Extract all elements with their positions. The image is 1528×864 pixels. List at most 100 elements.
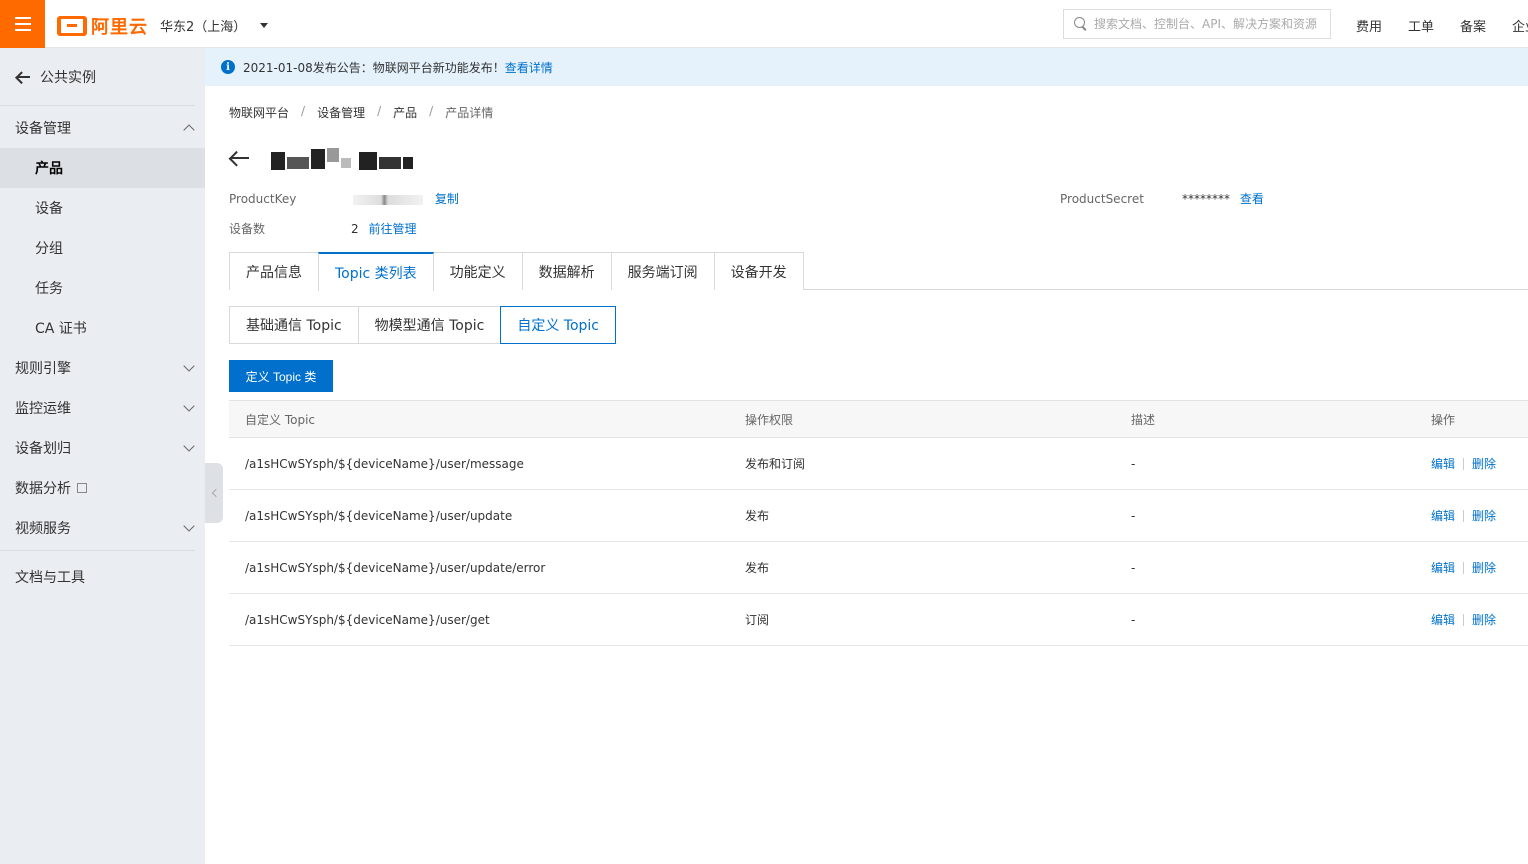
chevron-up-icon (183, 124, 195, 136)
topic-subtabs: 基础通信 Topic 物模型通信 Topic 自定义 Topic (229, 306, 617, 344)
sidebar-item-device[interactable]: 设备 (0, 188, 205, 228)
sidebar-back-label: 公共实例 (40, 69, 96, 86)
region-label: 华东2（上海） (160, 20, 247, 35)
edit-link[interactable]: 编辑 (1431, 611, 1455, 628)
breadcrumb-device-mgmt[interactable]: 设备管理 (317, 104, 365, 121)
info-icon: i (221, 60, 235, 74)
delete-link[interactable]: 删除 (1472, 507, 1496, 524)
top-nav: 费用 工单 备案 企业 (1356, 16, 1528, 35)
breadcrumb-separator: / (301, 104, 306, 118)
breadcrumb-current: 产品详情 (445, 106, 494, 120)
sidebar-group-data-analysis[interactable]: 数据分析 (0, 468, 205, 508)
device-count-label: 设备数 (229, 222, 266, 236)
actions-cell: 编辑 删除 (1415, 611, 1528, 628)
manage-devices-link[interactable]: 前往管理 (368, 222, 416, 236)
nav-ticket[interactable]: 工单 (1408, 16, 1434, 35)
product-name-redacted (271, 146, 413, 170)
table-row: /a1sHCwSYsph/${deviceName}/user/update 发… (229, 490, 1528, 542)
subtab-tsl-topic[interactable]: 物模型通信 Topic (357, 306, 502, 344)
permission-cell: 订阅 (745, 613, 770, 627)
tab-server-subscription[interactable]: 服务端订阅 (610, 252, 715, 290)
tab-device-development[interactable]: 设备开发 (713, 252, 804, 290)
sidebar-group-label: 监控运维 (15, 401, 71, 417)
sidebar-item-group[interactable]: 分组 (0, 228, 205, 268)
sidebar-divider (0, 550, 195, 551)
logo-text: 阿里云 (91, 17, 148, 38)
copy-productkey-link[interactable]: 复制 (435, 192, 459, 206)
sidebar-group-label: 视频服务 (15, 521, 71, 537)
chevron-left-icon (211, 488, 220, 498)
productsecret-value: ******** 查看 (1182, 190, 1264, 207)
table-row: /a1sHCwSYsph/${deviceName}/user/get 订阅 -… (229, 594, 1528, 646)
nav-icp[interactable]: 备案 (1460, 16, 1486, 35)
search-input[interactable] (1094, 17, 1324, 31)
actions-cell: 编辑 删除 (1415, 559, 1528, 576)
productsecret-masked: ******** (1182, 192, 1230, 206)
hamburger-menu-button[interactable] (0, 0, 45, 48)
sidebar-item-product[interactable]: 产品 (0, 148, 205, 188)
topic-cell: /a1sHCwSYsph/${deviceName}/user/message (245, 456, 524, 471)
delete-link[interactable]: 删除 (1472, 455, 1496, 472)
subtab-basic-topic[interactable]: 基础通信 Topic (229, 306, 359, 344)
divider (1463, 613, 1465, 626)
delete-link[interactable]: 删除 (1472, 559, 1496, 576)
productkey-value: 复制 (353, 190, 459, 207)
column-header-actions: 操作 (1431, 412, 1456, 427)
chevron-down-icon (183, 400, 195, 412)
sidebar-item-task[interactable]: 任务 (0, 268, 205, 308)
sidebar-group-device-assign[interactable]: 设备划归 (0, 428, 205, 468)
sidebar-group-rule-engine[interactable]: 规则引擎 (0, 348, 205, 388)
custom-topic-table: 自定义 Topic 操作权限 描述 操作 /a1sHCwSYsph/${devi… (229, 400, 1528, 646)
column-header-permission: 操作权限 (745, 412, 794, 427)
back-arrow-icon[interactable] (229, 150, 249, 166)
edit-link[interactable]: 编辑 (1431, 559, 1455, 576)
top-bar: 阿里云 华东2（上海） 费用 工单 备案 企业 (0, 0, 1528, 48)
chevron-down-icon (183, 520, 195, 532)
topic-cell: /a1sHCwSYsph/${deviceName}/user/get (245, 612, 490, 627)
delete-link[interactable]: 删除 (1472, 611, 1496, 628)
tab-topic-list[interactable]: Topic 类列表 (318, 252, 434, 291)
page-title-row (229, 136, 413, 180)
sidebar-item-ca-cert[interactable]: CA 证书 (0, 308, 205, 348)
sidebar-group-monitoring[interactable]: 监控运维 (0, 388, 205, 428)
arrow-left-icon (16, 71, 30, 83)
announcement-link[interactable]: 查看详情 (505, 59, 553, 76)
description-cell: - (1131, 560, 1136, 575)
device-count: 2 前往管理 (351, 220, 416, 237)
product-tabs: 产品信息 Topic 类列表 功能定义 数据解析 服务端订阅 设备开发 (229, 252, 1528, 291)
sidebar-docs-tools[interactable]: 文档与工具 (0, 557, 205, 597)
sidebar-group-device-management[interactable]: 设备管理 (0, 108, 205, 148)
breadcrumb-product[interactable]: 产品 (393, 104, 417, 121)
view-productsecret-link[interactable]: 查看 (1240, 192, 1264, 206)
breadcrumb-iot[interactable]: 物联网平台 (229, 104, 289, 121)
aliyun-logo[interactable]: 阿里云 (57, 13, 148, 39)
sidebar-back[interactable]: 公共实例 (0, 48, 195, 106)
global-search[interactable] (1063, 9, 1331, 39)
edit-link[interactable]: 编辑 (1431, 507, 1455, 524)
permission-cell: 发布和订阅 (745, 457, 806, 471)
sidebar-collapse-handle[interactable] (205, 463, 223, 523)
permission-cell: 发布 (745, 561, 770, 575)
subtab-custom-topic[interactable]: 自定义 Topic (500, 306, 617, 344)
topic-cell: /a1sHCwSYsph/${deviceName}/user/update (245, 508, 513, 523)
tab-product-info[interactable]: 产品信息 (229, 252, 319, 290)
chevron-down-icon (183, 440, 195, 452)
table-row: /a1sHCwSYsph/${deviceName}/user/update/e… (229, 542, 1528, 594)
nav-billing[interactable]: 费用 (1356, 16, 1382, 35)
tab-data-parsing[interactable]: 数据解析 (521, 252, 612, 290)
announcement-banner: i 2021-01-08发布公告：物联网平台新功能发布！ 查看详情 (205, 48, 1528, 86)
actions-cell: 编辑 删除 (1415, 455, 1528, 472)
sidebar-group-video[interactable]: 视频服务 (0, 508, 205, 548)
table-header: 自定义 Topic 操作权限 描述 操作 (229, 400, 1528, 438)
define-topic-class-button[interactable]: 定义 Topic 类 (229, 360, 333, 392)
actions-cell: 编辑 删除 (1415, 507, 1528, 524)
region-selector[interactable]: 华东2（上海） (160, 16, 269, 35)
nav-enterprise[interactable]: 企业 (1512, 16, 1528, 35)
description-cell: - (1131, 612, 1136, 627)
tab-function-definition[interactable]: 功能定义 (432, 252, 523, 290)
aliyun-logo-icon (57, 16, 87, 36)
productkey-label: ProductKey (229, 192, 297, 206)
column-header-description: 描述 (1131, 412, 1156, 427)
divider (1463, 457, 1465, 470)
edit-link[interactable]: 编辑 (1431, 455, 1455, 472)
